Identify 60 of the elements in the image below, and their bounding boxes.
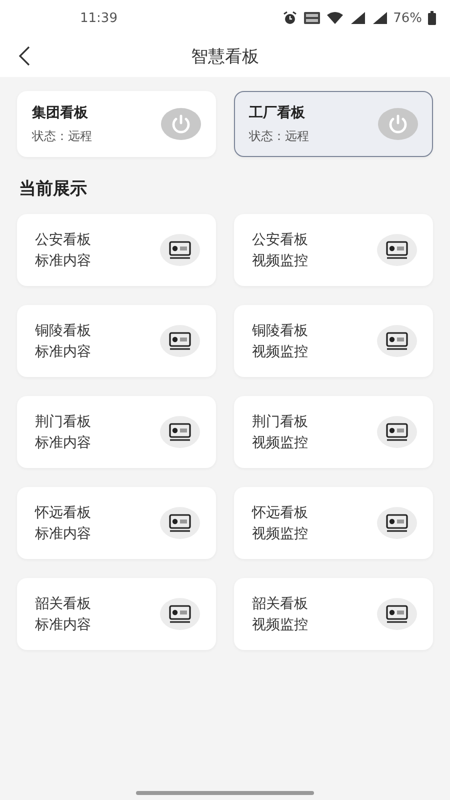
monitor-icon	[160, 598, 200, 630]
display-card[interactable]: 公安看板 视频监控	[234, 214, 433, 286]
monitor-icon	[160, 234, 200, 266]
battery-level: 76%	[393, 10, 422, 26]
display-type: 标准内容	[35, 252, 91, 270]
power-icon[interactable]	[378, 108, 418, 140]
display-type: 标准内容	[35, 524, 91, 542]
display-name: 荆门看板	[35, 412, 91, 430]
board-card[interactable]: 集团看板 状态：远程	[17, 91, 216, 157]
display-name: 怀远看板	[35, 504, 91, 522]
page-title: 智慧看板	[191, 46, 259, 68]
display-card[interactable]: 铜陵看板 标准内容	[17, 305, 216, 377]
display-name: 公安看板	[35, 230, 91, 248]
display-name: 韶关看板	[35, 594, 91, 612]
display-type: 标准内容	[35, 434, 91, 452]
signal-icon	[371, 11, 388, 25]
display-type: 标准内容	[35, 342, 91, 360]
display-card[interactable]: 公安看板 标准内容	[17, 214, 216, 286]
display-name: 韶关看板	[252, 594, 308, 612]
board-status: 状态：远程	[32, 128, 92, 144]
display-card[interactable]: 荆门看板 标准内容	[17, 396, 216, 468]
alarm-icon	[283, 11, 298, 25]
board-name: 工厂看板	[249, 104, 306, 122]
display-card[interactable]: 怀远看板 视频监控	[234, 487, 433, 559]
display-type: 视频监控	[252, 342, 308, 360]
monitor-icon	[377, 325, 417, 357]
monitor-icon	[377, 598, 417, 630]
display-type: 视频监控	[252, 524, 308, 542]
display-card[interactable]: 韶关看板 视频监控	[234, 578, 433, 650]
monitor-icon	[377, 416, 417, 448]
monitor-icon	[160, 507, 200, 539]
monitor-icon	[377, 507, 417, 539]
display-name: 怀远看板	[252, 504, 308, 522]
board-status: 状态：远程	[249, 128, 309, 144]
display-type: 视频监控	[252, 434, 308, 452]
section-title: 当前展示	[19, 178, 88, 200]
display-name: 铜陵看板	[252, 322, 308, 340]
home-indicator[interactable]	[136, 791, 314, 795]
volte-icon	[303, 11, 322, 25]
board-card[interactable]: 工厂看板 状态：远程	[234, 91, 433, 157]
battery-icon	[428, 11, 436, 25]
display-type: 标准内容	[35, 616, 91, 634]
display-card[interactable]: 铜陵看板 视频监控	[234, 305, 433, 377]
display-card[interactable]: 韶关看板 标准内容	[17, 578, 216, 650]
display-name: 荆门看板	[252, 412, 308, 430]
display-type: 视频监控	[252, 252, 308, 270]
display-card[interactable]: 荆门看板 视频监控	[234, 396, 433, 468]
monitor-icon	[160, 325, 200, 357]
wifi-icon	[327, 12, 344, 24]
power-icon[interactable]	[161, 108, 201, 140]
back-icon[interactable]	[18, 46, 30, 66]
display-name: 铜陵看板	[35, 322, 91, 340]
display-card[interactable]: 怀远看板 标准内容	[17, 487, 216, 559]
display-type: 视频监控	[252, 616, 308, 634]
signal-icon	[349, 11, 366, 25]
display-name: 公安看板	[252, 230, 308, 248]
board-name: 集团看板	[32, 104, 89, 122]
monitor-icon	[160, 416, 200, 448]
monitor-icon	[377, 234, 417, 266]
status-time: 11:39	[80, 10, 118, 26]
